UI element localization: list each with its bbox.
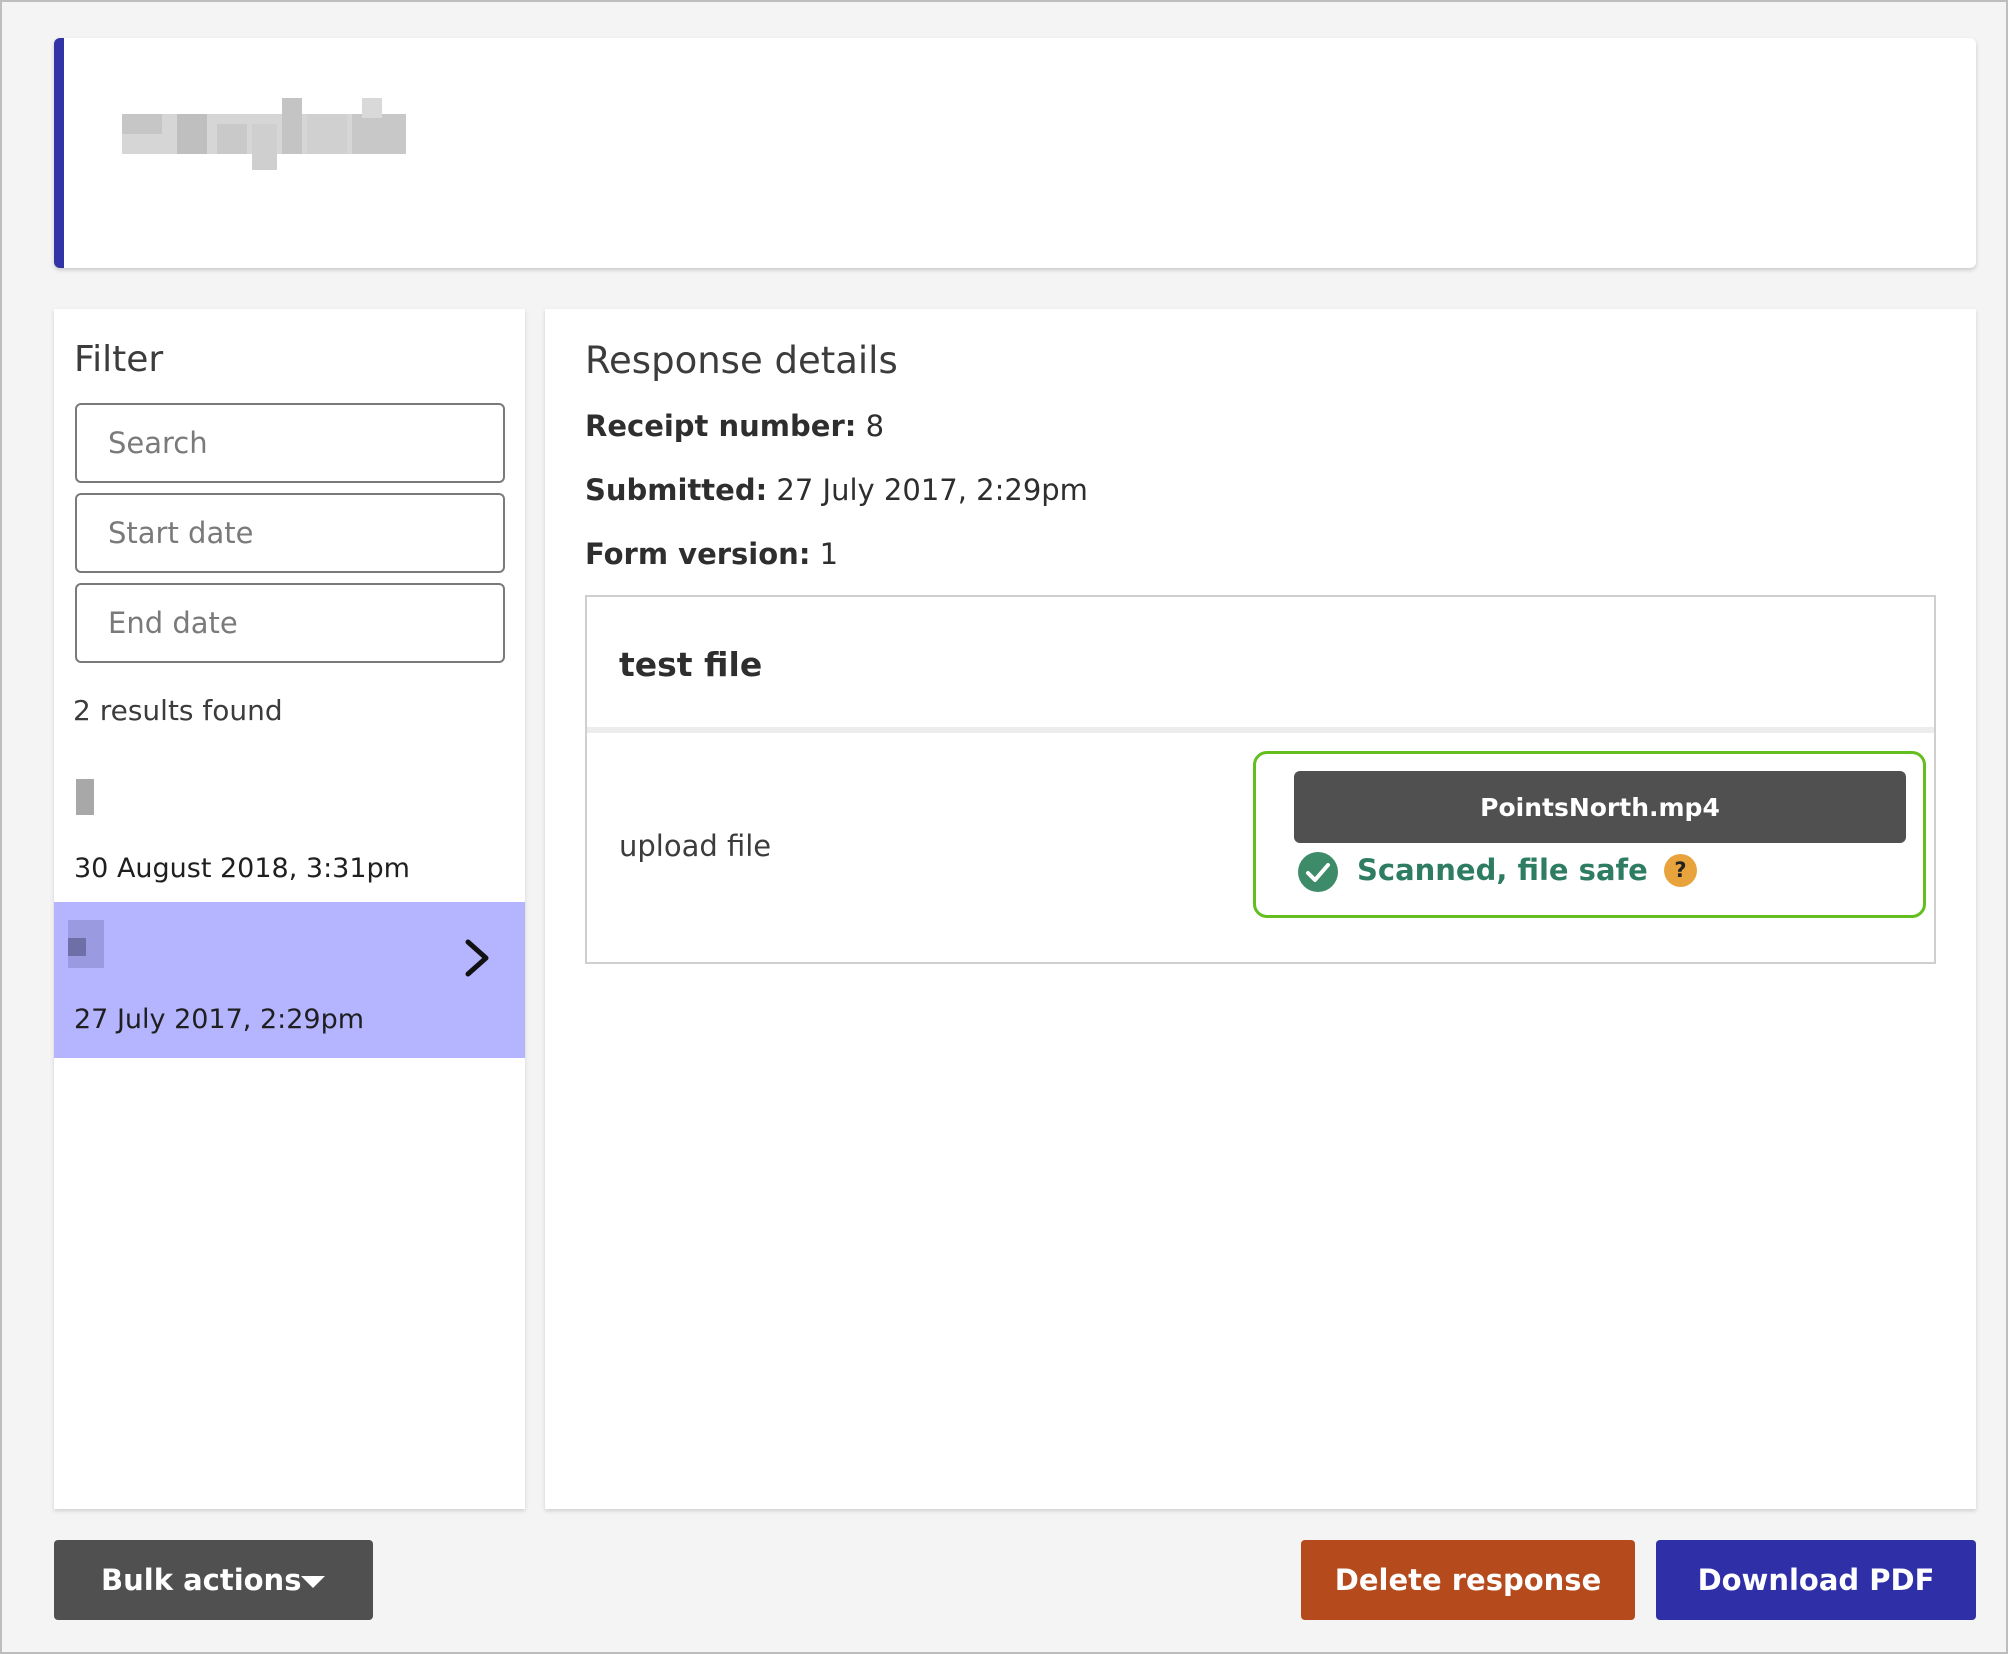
filter-title: Filter — [74, 339, 164, 380]
file-attachment-box: PointsNorth.mp4 Scanned, file safe ? — [1253, 751, 1926, 918]
result-date: 30 August 2018, 3:31pm — [74, 853, 410, 884]
version-label: Form version: — [585, 537, 811, 571]
check-circle-icon — [1298, 852, 1338, 892]
result-item-selected[interactable]: 27 July 2017, 2:29pm — [54, 902, 525, 1058]
bulk-actions-label: Bulk actions — [101, 1563, 302, 1597]
caret-down-icon — [301, 1576, 325, 1588]
version-value: 1 — [819, 537, 839, 571]
redacted-response-id — [76, 779, 94, 815]
submitted-label: Submitted: — [585, 473, 768, 507]
redacted-form-title — [122, 98, 406, 170]
help-icon[interactable]: ? — [1664, 854, 1697, 887]
results-count: 2 results found — [73, 694, 283, 727]
end-date-input[interactable] — [75, 583, 505, 663]
question-card: test file upload file PointsNorth.mp4 Sc… — [585, 595, 1936, 964]
receipt-label: Receipt number: — [585, 409, 857, 443]
form-version: Form version: 1 — [585, 537, 838, 571]
download-file-button[interactable]: PointsNorth.mp4 — [1294, 771, 1906, 843]
response-details-panel: Response details Receipt number: 8 Submi… — [545, 309, 1976, 1509]
scan-status: Scanned, file safe — [1357, 853, 1648, 887]
receipt-value: 8 — [865, 409, 885, 443]
bulk-actions-button[interactable]: Bulk actions — [54, 1540, 373, 1620]
filter-panel: Filter 2 results found 30 August 2018, 3… — [54, 309, 525, 1509]
chevron-right-icon — [465, 939, 489, 977]
download-pdf-button[interactable]: Download PDF — [1656, 1540, 1976, 1620]
receipt-number: Receipt number: 8 — [585, 409, 884, 443]
app-frame: Filter 2 results found 30 August 2018, 3… — [0, 0, 2008, 1654]
search-input[interactable] — [75, 403, 505, 483]
question-header: test file — [587, 597, 1934, 733]
start-date-input[interactable] — [75, 493, 505, 573]
result-item[interactable]: 30 August 2018, 3:31pm — [54, 746, 525, 902]
details-title: Response details — [585, 339, 898, 382]
field-label: upload file — [619, 829, 772, 863]
delete-response-button[interactable]: Delete response — [1301, 1540, 1635, 1620]
question-title: test file — [619, 645, 763, 684]
result-date: 27 July 2017, 2:29pm — [74, 1004, 365, 1035]
form-header-card — [54, 38, 1976, 268]
submitted-date: Submitted: 27 July 2017, 2:29pm — [585, 473, 1088, 507]
submitted-value: 27 July 2017, 2:29pm — [776, 473, 1088, 507]
